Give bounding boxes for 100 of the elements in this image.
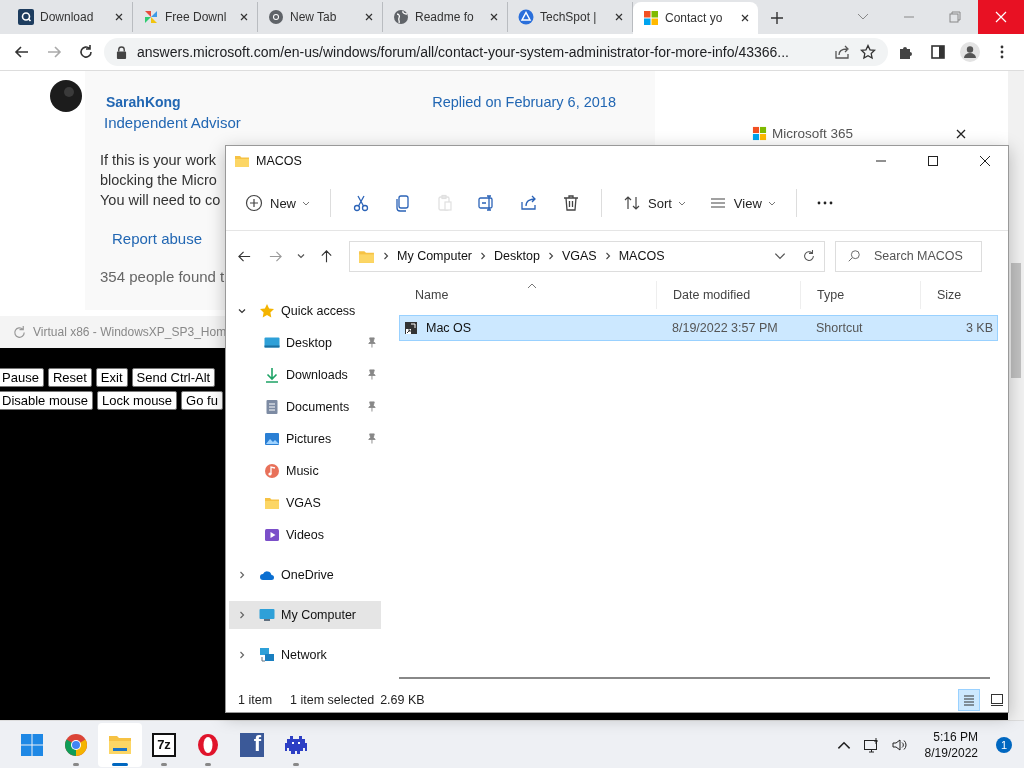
sort-button[interactable]: Sort xyxy=(614,187,694,219)
star-icon xyxy=(259,303,275,319)
close-icon[interactable] xyxy=(740,13,750,23)
browser-tab[interactable]: Free Downl xyxy=(133,2,258,32)
nav-item[interactable]: Pictures xyxy=(229,423,381,455)
emulator-button[interactable]: Disable mouse xyxy=(0,391,93,410)
size-cell-text: 3 KB xyxy=(964,321,994,335)
column-header[interactable]: Date modified xyxy=(656,281,800,309)
browser-tab[interactable]: Readme fo xyxy=(383,2,508,32)
globe-icon xyxy=(393,9,409,25)
nav-item[interactable]: Desktop xyxy=(229,327,381,359)
details-view-icon[interactable] xyxy=(958,688,980,711)
network-icon xyxy=(259,647,275,663)
new-tab-icon[interactable] xyxy=(770,11,784,25)
nav-item[interactable]: Quick access xyxy=(229,295,381,327)
close-icon[interactable] xyxy=(364,12,374,22)
plus-icon xyxy=(244,193,264,213)
path-bar[interactable]: My Computer Desktop VGAS MACOS xyxy=(349,240,825,272)
wheel-icon xyxy=(268,9,284,25)
emulator-button[interactable]: Lock mouse xyxy=(97,391,178,410)
desktop-icon xyxy=(264,335,280,351)
selection-info: 1 item selected xyxy=(290,692,375,707)
chevron-icon xyxy=(479,251,488,261)
nav-item[interactable]: Network xyxy=(229,639,381,671)
emulator-button[interactable]: Exit xyxy=(95,368,128,387)
post-text: You will need to co xyxy=(100,191,221,210)
clock-time: 5:16 PM xyxy=(933,728,978,745)
file-name: Mac OS xyxy=(426,321,472,335)
close-icon[interactable] xyxy=(614,12,624,22)
windows-logo-icon xyxy=(643,10,659,26)
address-bar[interactable]: answers.microsoft.com/en-us/windows/forum/all/contact-your-system-administrator-for-more-info/43366... xyxy=(104,38,888,66)
clock-date: 8/19/2022 xyxy=(924,744,978,761)
start-icon[interactable] xyxy=(20,732,44,757)
browser-tab[interactable]: Contact yo xyxy=(633,2,758,34)
avatar-icon xyxy=(50,80,82,112)
network-icon[interactable] xyxy=(862,735,881,754)
nav-item[interactable]: Music xyxy=(229,455,381,487)
browser-tab[interactable]: Download xyxy=(8,2,133,32)
emulator-title: Virtual x86 - WindowsXP_SP3_Hom xyxy=(33,325,227,339)
folder-icon xyxy=(234,153,250,169)
caret-icon xyxy=(677,199,686,207)
computer-icon xyxy=(259,607,275,623)
chevron-icon xyxy=(603,251,612,261)
helpful-text: 354 people found t xyxy=(100,268,226,285)
browser-tab[interactable]: New Tab xyxy=(258,2,383,32)
notification-badge[interactable]: 1 xyxy=(996,736,1012,753)
column-header[interactable]: Size xyxy=(920,281,996,309)
pinwheel-icon xyxy=(143,9,159,25)
star-icon[interactable] xyxy=(860,44,876,60)
path-segment[interactable]: Desktop xyxy=(494,249,540,263)
path-segment[interactable]: My Computer xyxy=(397,249,473,263)
nav-item[interactable]: OneDrive xyxy=(229,559,381,591)
chevron-icon[interactable] xyxy=(237,650,247,660)
report-link[interactable]: Report abuse xyxy=(112,230,203,247)
new-button[interactable]: New xyxy=(236,187,318,219)
magnifier-icon xyxy=(18,9,34,25)
emulator-button[interactable]: Reset xyxy=(47,368,92,387)
archive-app-icon[interactable]: 7z xyxy=(152,732,176,757)
clock[interactable]: 5:16 PM 8/19/2022 xyxy=(924,728,978,761)
search-icon xyxy=(847,248,861,263)
item-count: 1 item xyxy=(238,692,273,707)
column-header[interactable]: Name xyxy=(399,281,656,309)
selection-size: 2.69 KB xyxy=(380,692,425,707)
video-icon xyxy=(264,527,280,543)
recent-icon[interactable] xyxy=(296,251,306,261)
file-row[interactable]: Mac OS 8/19/2022 3:57 PM Shortcut 3 KB xyxy=(399,315,998,341)
chevron-icon[interactable] xyxy=(237,570,247,580)
horizontal-scrollbar[interactable] xyxy=(399,677,990,679)
browser-icon[interactable] xyxy=(64,732,88,757)
nav-item[interactable]: Downloads xyxy=(229,359,381,391)
browser-tab[interactable]: TechSpot | xyxy=(508,2,633,32)
nav-item[interactable]: Videos xyxy=(229,519,381,551)
triangle-logo-icon xyxy=(518,9,534,25)
path-segment[interactable]: VGAS xyxy=(561,249,597,263)
view-button[interactable]: View xyxy=(699,187,784,219)
chevron-icon[interactable] xyxy=(237,306,247,316)
emulator-button[interactable]: Go fu xyxy=(181,391,223,410)
refresh-icon[interactable] xyxy=(802,249,816,263)
chevron-icon[interactable] xyxy=(237,610,247,620)
author-link[interactable]: SarahKong xyxy=(106,94,433,110)
ring-logo-icon[interactable] xyxy=(196,732,220,757)
close-icon[interactable] xyxy=(956,128,966,139)
document-icon xyxy=(264,399,280,415)
share-icon[interactable] xyxy=(834,44,850,60)
search-field[interactable]: Search MACOS xyxy=(835,240,982,272)
social-app-icon[interactable]: f xyxy=(240,732,264,757)
music-icon xyxy=(264,463,280,479)
windows-logo-icon xyxy=(752,126,767,141)
emulator-button[interactable]: Send Ctrl-Alt xyxy=(131,368,216,387)
chevron-icon xyxy=(546,251,555,261)
close-icon[interactable] xyxy=(489,12,499,22)
folder-icon xyxy=(264,495,280,511)
close-icon[interactable] xyxy=(239,12,249,22)
nav-item[interactable]: Documents xyxy=(229,391,381,423)
nav-item[interactable]: My Computer xyxy=(229,601,381,629)
nav-item[interactable]: VGAS xyxy=(229,487,381,519)
path-segment[interactable]: MACOS xyxy=(618,249,665,263)
emulator-button[interactable]: Pause xyxy=(0,368,44,387)
close-icon[interactable] xyxy=(114,12,124,22)
column-header[interactable]: Type xyxy=(800,281,920,309)
